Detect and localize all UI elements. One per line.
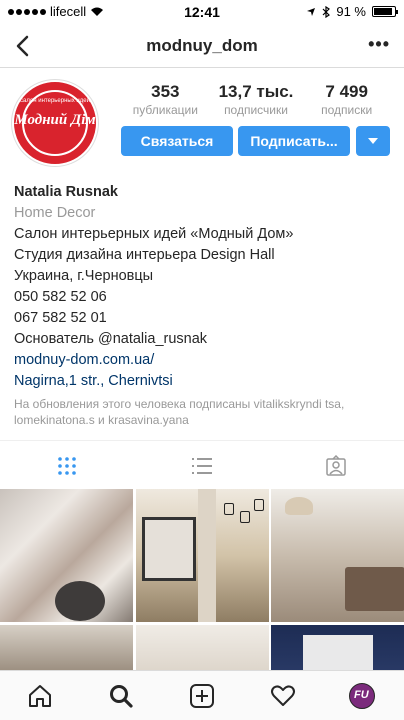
profile-category: Home Decor bbox=[14, 205, 96, 221]
search-icon[interactable] bbox=[108, 683, 134, 709]
grid-photo[interactable] bbox=[0, 489, 133, 622]
profile-bio: Natalia Rusnak Home Decor Салон интерьер… bbox=[14, 182, 398, 428]
stat-following[interactable]: 7 499 подписки bbox=[301, 82, 392, 117]
follow-button[interactable]: Подписать... bbox=[238, 126, 350, 156]
tagged-photos-icon[interactable] bbox=[325, 455, 347, 477]
bio-phone: 067 582 52 01 bbox=[14, 310, 107, 326]
photo-object bbox=[254, 499, 264, 511]
stat-following-label: подписки bbox=[321, 103, 373, 117]
activity-heart-icon[interactable] bbox=[270, 683, 296, 709]
list-view-icon[interactable] bbox=[191, 455, 213, 477]
bio-line: Украина, г.Черновцы bbox=[14, 268, 154, 284]
stat-followers-label: подписчики bbox=[224, 103, 288, 117]
photo-object bbox=[198, 489, 216, 622]
grid-view-icon[interactable] bbox=[56, 455, 78, 477]
photo-object bbox=[345, 567, 404, 611]
stat-posts-label: публикации bbox=[132, 103, 198, 117]
bio-phone: 050 582 52 06 bbox=[14, 289, 107, 305]
chevron-down-icon bbox=[368, 138, 378, 144]
battery-icon bbox=[372, 6, 398, 17]
photo-object bbox=[142, 517, 196, 581]
profile-view-tabs bbox=[0, 440, 404, 488]
profile-tab-avatar[interactable]: FU bbox=[349, 683, 375, 709]
grid-photo[interactable] bbox=[271, 489, 404, 622]
stat-followers-value: 13,7 тыс. bbox=[218, 82, 294, 101]
photo-object bbox=[224, 503, 234, 515]
profile-stats: 353 публикации 13,7 тыс. подписчики 7 49… bbox=[120, 82, 392, 117]
photo-object bbox=[285, 497, 313, 515]
avatar-small-text: салон интерьерных идей bbox=[20, 98, 90, 104]
profile-tab-avatar-text: FU bbox=[354, 689, 369, 701]
followed-by-text[interactable]: На обновления этого человека подписаны v… bbox=[14, 396, 398, 428]
location-icon bbox=[307, 7, 316, 16]
contact-button[interactable]: Связаться bbox=[121, 126, 233, 156]
status-right: 91 % bbox=[306, 4, 398, 19]
stat-followers[interactable]: 13,7 тыс. подписчики bbox=[211, 82, 302, 117]
address-link[interactable]: Nagirna,1 str., Chernivtsi bbox=[14, 371, 398, 392]
suggestions-dropdown-button[interactable] bbox=[356, 126, 390, 156]
bio-line: Студия дизайна интерьера Design Hall bbox=[14, 247, 275, 263]
photo-object bbox=[55, 581, 105, 621]
more-options-icon[interactable]: ••• bbox=[368, 35, 390, 53]
bottom-tab-bar: FU bbox=[0, 670, 404, 720]
bio-founder: Основатель @natalia_rusnak bbox=[14, 331, 208, 347]
website-link[interactable]: modnuy-dom.com.ua/ bbox=[14, 350, 398, 371]
status-bar: lifecell 12:41 91 % bbox=[0, 0, 404, 24]
bluetooth-icon bbox=[322, 5, 331, 18]
stat-following-value: 7 499 bbox=[325, 82, 368, 101]
home-icon[interactable] bbox=[27, 683, 53, 709]
photo-object bbox=[240, 511, 250, 523]
profile-avatar[interactable]: салон интерьерных идей Модний Дім bbox=[12, 80, 98, 166]
avatar-brand-text: Модний Дім bbox=[14, 112, 96, 128]
bio-line: Салон интерьерных идей «Модный Дом» bbox=[14, 226, 294, 242]
stat-posts[interactable]: 353 публикации bbox=[120, 82, 211, 117]
profile-username-title: modnuy_dom bbox=[146, 36, 258, 55]
profile-full-name: Natalia Rusnak bbox=[14, 184, 118, 200]
grid-photo[interactable] bbox=[136, 489, 269, 622]
new-post-icon[interactable] bbox=[189, 683, 215, 709]
battery-percent: 91 % bbox=[336, 4, 366, 19]
navigation-bar: modnuy_dom ••• bbox=[0, 24, 404, 68]
stat-posts-value: 353 bbox=[151, 82, 180, 101]
